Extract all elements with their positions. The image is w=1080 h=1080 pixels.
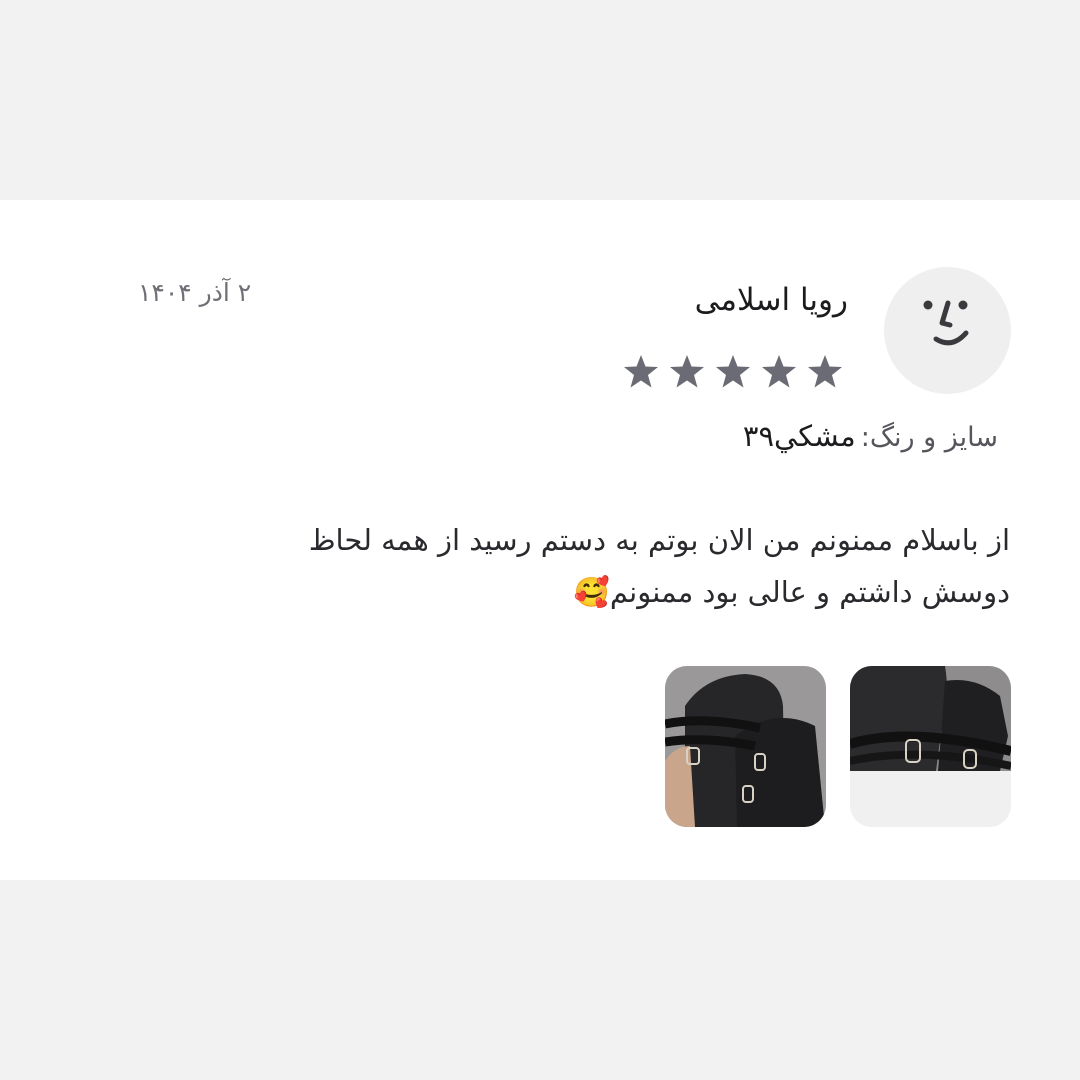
comment-line: از باسلام ممنونم من الان بوتم به دستم رس…	[308, 523, 1010, 557]
review-comment: از باسلام ممنونم من الان بوتم به دستم رس…	[220, 514, 1010, 618]
star-icon	[716, 355, 750, 388]
star-icon	[670, 355, 704, 388]
avatar	[884, 267, 1011, 394]
star-icon	[624, 355, 658, 388]
comment-line: دوسش داشتم و عالی بود ممنونم🥰	[573, 575, 1010, 609]
review-card: رویا اسلامی ۲ آذر ۱۴۰۴ سایز و رنگ: مشکي۳…	[0, 200, 1080, 880]
reviewer-name: رویا اسلامی	[694, 282, 848, 318]
review-photo-1[interactable]	[850, 666, 1011, 827]
smiley-face-icon	[923, 300, 969, 346]
star-icon	[762, 355, 796, 388]
variant-info: سایز و رنگ: مشکي۳۹	[743, 416, 998, 461]
star-icon	[808, 355, 842, 388]
review-date: ۲ آذر ۱۴۰۴	[138, 278, 252, 307]
variant-label: سایز و رنگ:	[860, 422, 998, 453]
review-photo-2[interactable]	[665, 666, 826, 827]
star-rating	[622, 352, 846, 392]
variant-value: مشکي۳۹	[742, 419, 856, 453]
